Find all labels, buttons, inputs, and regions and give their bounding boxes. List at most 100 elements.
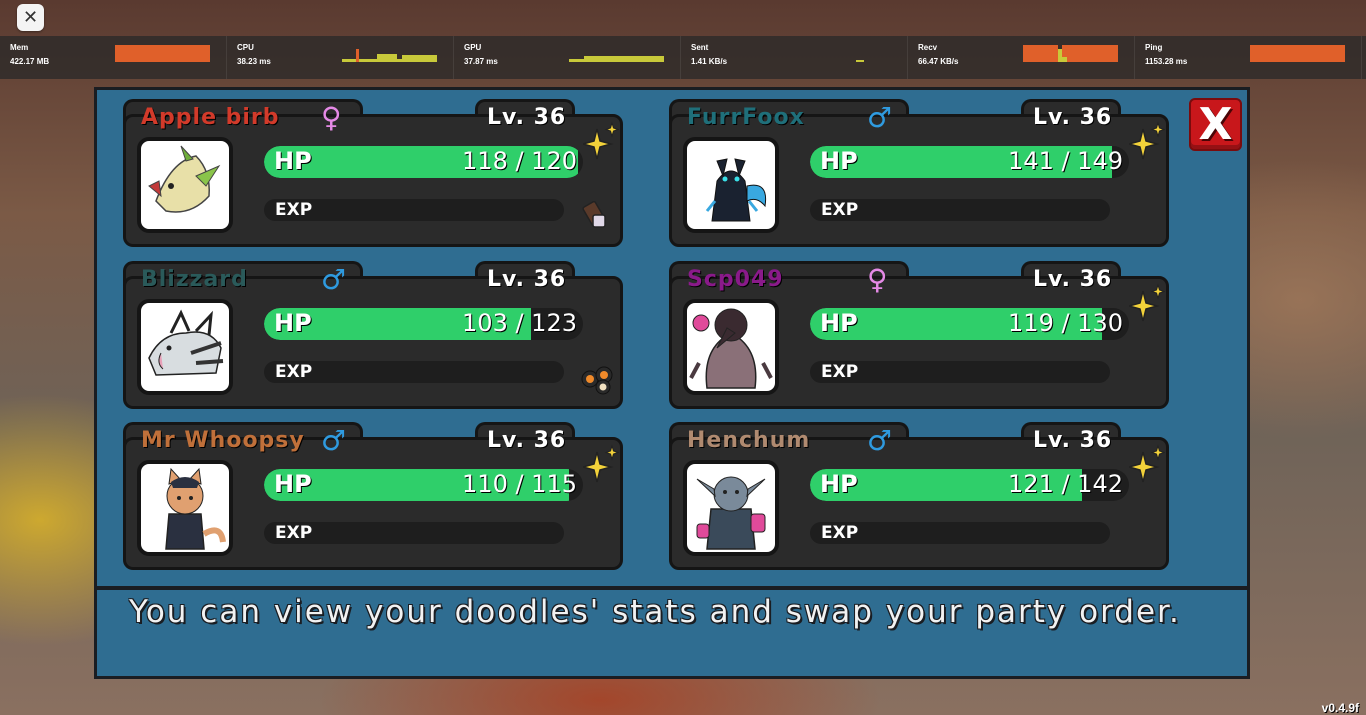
party-panel: X Apple birb ♀ Lv. 36 HP 118 / 120 EXP F…	[94, 87, 1250, 679]
gender-female-icon: ♀	[867, 263, 888, 296]
cat-creature-icon	[165, 467, 226, 550]
gpu-graph	[569, 56, 664, 62]
exp-bar: EXP	[264, 522, 564, 544]
doodle-level: Lv. 36	[1033, 105, 1113, 130]
exp-label: EXP	[821, 362, 859, 382]
hp-label: HP	[820, 470, 858, 498]
hp-bar: HP 141 / 149	[810, 146, 1129, 178]
doodle-card[interactable]: Henchum ♂ Lv. 36 HP 121 / 142 EXP	[669, 422, 1169, 572]
cpu-graph	[342, 49, 437, 62]
doodle-level: Lv. 36	[487, 105, 567, 130]
doodle-portrait	[137, 460, 233, 556]
shiny-sparkle-icon	[1129, 283, 1165, 322]
hp-value: 141 / 149	[1008, 147, 1123, 175]
stat-name: CPU	[237, 43, 254, 52]
hp-bar: HP 103 / 123	[264, 308, 583, 340]
exp-bar: EXP	[264, 199, 564, 221]
exp-label: EXP	[821, 523, 859, 543]
stat-ping[interactable]: Ping 1153.28 ms	[1135, 36, 1362, 79]
doodle-name: Blizzard	[141, 267, 248, 292]
doodle-card[interactable]: FurrFoox ♂ Lv. 36 HP 141 / 149 EXP	[669, 99, 1169, 249]
stat-value: 38.23 ms	[237, 57, 271, 66]
doodle-level: Lv. 36	[1033, 428, 1113, 453]
performance-stats-bar: Mem 422.17 MB CPU 38.23 ms GPU 37.87 ms …	[0, 36, 1366, 79]
exp-bar: EXP	[810, 522, 1110, 544]
gender-female-icon: ♀	[321, 101, 342, 134]
hp-bar: HP 118 / 120	[264, 146, 583, 178]
doodle-card[interactable]: Scp049 ♀ Lv. 36 HP 119 / 130 EXP	[669, 261, 1169, 411]
hp-label: HP	[820, 147, 858, 175]
doodle-name: Apple birb	[141, 105, 280, 130]
doodle-card[interactable]: Mr Whoopsy ♂ Lv. 36 HP 110 / 115 EXP	[123, 422, 623, 572]
doodle-level: Lv. 36	[1033, 267, 1113, 292]
stat-gpu[interactable]: GPU 37.87 ms	[454, 36, 681, 79]
hp-label: HP	[274, 309, 312, 337]
doodle-name: Mr Whoopsy	[141, 428, 305, 453]
gender-male-icon: ♂	[867, 101, 893, 134]
sent-graph	[856, 60, 864, 62]
stat-mem[interactable]: Mem 422.17 MB	[0, 36, 227, 79]
hp-label: HP	[820, 309, 858, 337]
stat-name: GPU	[464, 43, 482, 52]
goblin-creature-icon	[696, 476, 766, 550]
gender-male-icon: ♂	[867, 424, 893, 457]
doodle-level: Lv. 36	[487, 267, 567, 292]
doodle-portrait	[137, 137, 233, 233]
stat-cpu[interactable]: CPU 38.23 ms	[227, 36, 454, 79]
doodle-card[interactable]: Blizzard ♂ Lv. 36 HP 103 / 123 EXP	[123, 261, 623, 411]
sushi-icon	[581, 366, 613, 395]
close-button[interactable]: ✕	[17, 4, 44, 31]
stat-value: 66.47 KB/s	[918, 57, 959, 66]
stat-value: 422.17 MB	[10, 57, 50, 66]
close-panel-button[interactable]: X	[1189, 98, 1242, 151]
wolf-creature-icon	[148, 309, 224, 376]
exp-label: EXP	[275, 200, 313, 220]
doodle-name: Henchum	[687, 428, 811, 453]
stat-value: 1.41 KB/s	[691, 57, 728, 66]
version-label: v0.4.9f	[1321, 701, 1359, 715]
exp-label: EXP	[821, 200, 859, 220]
doodle-portrait	[683, 460, 779, 556]
chocolate-icon	[582, 200, 606, 228]
stat-sent[interactable]: Sent 1.41 KB/s	[681, 36, 908, 79]
hp-value: 119 / 130	[1008, 309, 1123, 337]
ping-graph	[1250, 45, 1345, 62]
doodle-portrait	[683, 137, 779, 233]
hp-bar: HP 110 / 115	[264, 469, 583, 501]
hp-bar: HP 119 / 130	[810, 308, 1129, 340]
help-text: You can view your doodles' stats and swa…	[129, 594, 1181, 630]
hp-value: 110 / 115	[462, 470, 577, 498]
fox-creature-icon	[705, 158, 767, 222]
gender-male-icon: ♂	[321, 263, 347, 296]
exp-bar: EXP	[810, 361, 1110, 383]
shiny-sparkle-icon	[583, 121, 619, 160]
exp-bar: EXP	[810, 199, 1110, 221]
stat-value: 1153.28 ms	[1145, 57, 1188, 66]
shiny-sparkle-icon	[1129, 121, 1165, 160]
stat-name: Sent	[691, 43, 709, 52]
bird-creature-icon	[148, 145, 221, 213]
exp-bar: EXP	[264, 361, 564, 383]
hp-value: 103 / 123	[462, 309, 577, 337]
gender-male-icon: ♂	[321, 424, 347, 457]
shiny-sparkle-icon	[1129, 444, 1165, 483]
exp-label: EXP	[275, 523, 313, 543]
footer-divider	[97, 586, 1247, 590]
doodle-name: FurrFoox	[687, 105, 805, 130]
mem-graph	[115, 45, 210, 62]
hp-label: HP	[274, 147, 312, 175]
stat-recv[interactable]: Recv 66.47 KB/s	[908, 36, 1135, 79]
doodle-portrait	[683, 299, 779, 395]
doodle-card[interactable]: Apple birb ♀ Lv. 36 HP 118 / 120 EXP	[123, 99, 623, 249]
hp-value: 118 / 120	[462, 147, 577, 175]
doodle-name: Scp049	[687, 267, 784, 292]
stat-value: 37.87 ms	[464, 57, 498, 66]
hp-label: HP	[274, 470, 312, 498]
doodle-level: Lv. 36	[487, 428, 567, 453]
doodle-portrait	[137, 299, 233, 395]
shiny-sparkle-icon	[583, 444, 619, 483]
hp-value: 121 / 142	[1008, 470, 1123, 498]
stat-name: Ping	[1145, 43, 1163, 52]
exp-label: EXP	[275, 362, 313, 382]
stat-name: Mem	[10, 43, 29, 52]
